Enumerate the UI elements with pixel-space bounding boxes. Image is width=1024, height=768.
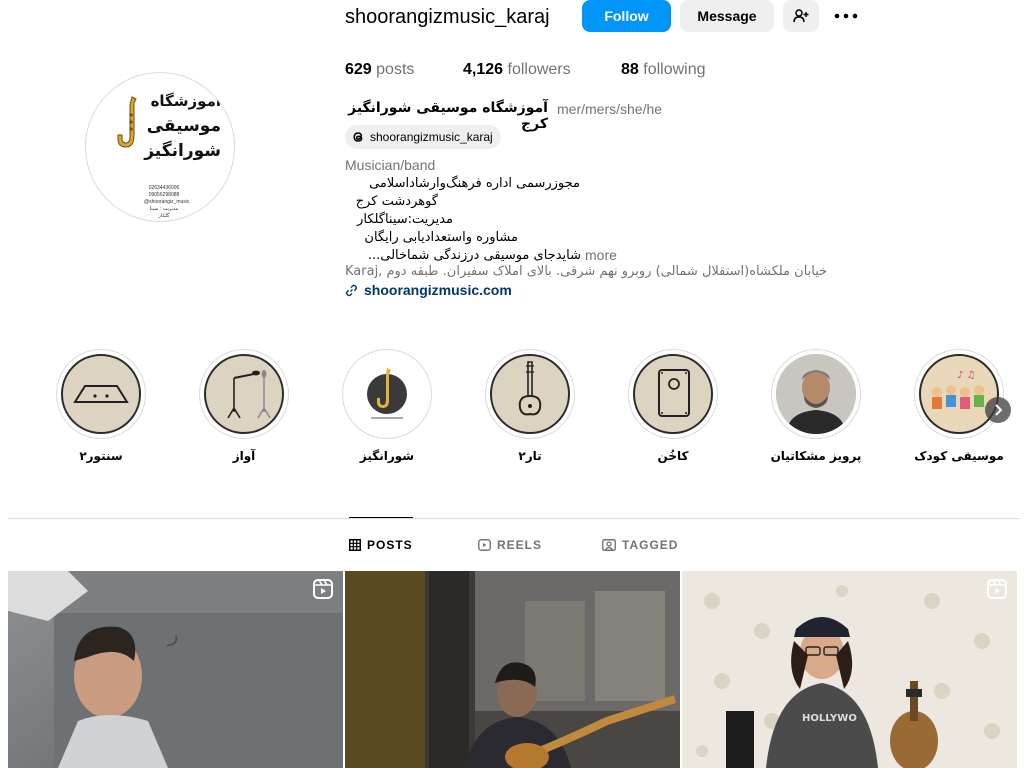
highlight-cover [347,354,427,434]
avatar-manager: مدیریت : سینا گلکار [149,206,179,219]
avatar-contact-text: 02634436006 09056298088 @shoorangiz_musi… [144,185,190,220]
profile-username: shoorangizmusic_karaj [345,6,550,28]
tab-posts[interactable]: POSTS [349,536,413,554]
svg-text:ر: ر [167,622,179,647]
bio-more-link[interactable]: more [585,247,617,263]
bio-line-3: مدیریت:سیناگلکار [357,212,453,227]
follow-button[interactable]: Follow [582,0,671,32]
following-count-label: following [643,61,706,78]
highlight-ring [485,349,575,439]
post-thumbnail-2[interactable] [345,571,680,768]
following-count[interactable]: 88 following [621,61,706,79]
avatar-handle: @shoorangiz_music [144,199,190,205]
tabs-divider [8,518,1020,519]
person-add-icon [793,9,809,23]
tab-posts-label: POSTS [367,538,413,552]
grid-icon [349,539,361,551]
avatar-phone-1: 02634436006 [148,185,180,191]
following-count-value: 88 [621,61,639,78]
avatar-phone-2: 09056298088 [148,192,180,198]
highlight-ring [771,349,861,439]
portrait-photo [776,354,856,434]
post-image: HOLLYWO [682,571,1017,768]
followers-count-label: followers [507,61,571,78]
tab-reels[interactable]: REELS [478,536,542,554]
profile-category: Musician/band [345,157,436,173]
avatar-circle: آموزشگاه موسیقی شورانگیز 02634436006 090… [85,72,235,222]
highlight-label: تار۲ [518,449,542,463]
suggested-accounts-button[interactable] [783,0,819,32]
chevron-right-icon [995,404,1003,416]
highlight-cover [776,354,856,434]
highlight-ring [199,349,289,439]
post-thumbnail-1[interactable]: ر [8,571,343,768]
highlight-ring [342,349,432,439]
highlight-label: سنتور۲ [79,449,123,463]
saxophone-logo-icon [367,368,407,419]
profile-pronouns: mer/mers/she/he [557,101,663,117]
reel-badge-icon [987,579,1007,599]
address-street: خیابان ملکشاه(استقلال شمالی) روبرو نهم ش… [386,264,828,279]
cajon-icon [658,369,690,417]
highlight-cover [204,354,284,434]
tab-tagged[interactable]: TAGGED [602,536,678,554]
avatar-logo-text: آموزشگاه موسیقی شورانگیز [111,89,221,164]
bio-line-4: مشاوره واستعدادیابی رایگان [364,230,518,245]
post-thumbnail-3[interactable]: HOLLYWO [682,571,1017,768]
reel-badge-icon [313,579,333,599]
highlights-next-button[interactable] [985,397,1011,423]
highlight-cover: ♪ ♫ [919,354,999,434]
address-city: Karaj, [345,264,387,279]
highlight-label: آواز [232,449,256,463]
microphone-stand-icon [227,370,271,419]
santur-icon [73,385,129,403]
highlight-label: شورانگیز [359,449,415,463]
posts-count-value: 629 [345,61,372,78]
threads-handle: shoorangizmusic_karaj [370,130,493,144]
post-image: ر [8,571,343,768]
tar-instrument-icon [518,361,542,416]
highlight-ring [56,349,146,439]
message-button[interactable]: Message [680,0,774,32]
followers-count[interactable]: 4,126 followers [463,61,571,79]
followers-count-value: 4,126 [463,61,504,78]
website-link-text: shoorangizmusic.com [364,282,512,298]
tagged-icon [602,539,616,551]
highlight-ring [628,349,718,439]
posts-count-label: posts [376,61,415,78]
threads-badge[interactable]: shoorangizmusic_karaj [345,125,501,149]
profile-avatar[interactable]: آموزشگاه موسیقی شورانگیز 02634436006 090… [79,72,243,222]
website-link[interactable]: shoorangizmusic.com [345,282,512,298]
post-image [345,571,680,768]
bio-line-1: مجوزرسمی اداره فرهنگ‌وارشاداسلامی [369,176,580,191]
svg-text:♪ ♫: ♪ ♫ [957,370,976,381]
profile-address: Karaj, خیابان ملکشاه(استقلال شمالی) روبر… [345,264,872,279]
highlight-cover [490,354,570,434]
avatar-line-3: شورانگیز [144,141,221,161]
highlight-ring: ♪ ♫ [914,349,1004,439]
bio-line-2: گوهردشت کرج [355,194,438,209]
highlight-cover [633,354,713,434]
link-icon [345,284,358,296]
avatar-line-1: آموزشگاه [150,92,221,110]
posts-count: 629 posts [345,61,414,79]
more-horizontal-icon [834,13,858,19]
reels-icon [478,539,491,551]
highlight-cover [61,354,141,434]
bio-line-5: شایدجای موسیقی درزندگی شماخالی... [367,248,581,263]
kids-photo: ♪ ♫ [932,370,984,409]
active-tab-indicator [349,517,413,518]
threads-icon [353,132,363,142]
svg-text:HOLLYWO: HOLLYWO [802,713,857,724]
more-options-button[interactable] [830,0,862,32]
highlight-label: پرویز مشکاتیان [770,449,862,463]
avatar-line-2: موسیقی [146,116,221,136]
tab-reels-label: REELS [497,538,543,552]
highlight-label: موسیقی کودک [914,449,1004,463]
highlight-label: کاخُن [657,449,689,463]
tab-tagged-label: TAGGED [622,538,679,552]
